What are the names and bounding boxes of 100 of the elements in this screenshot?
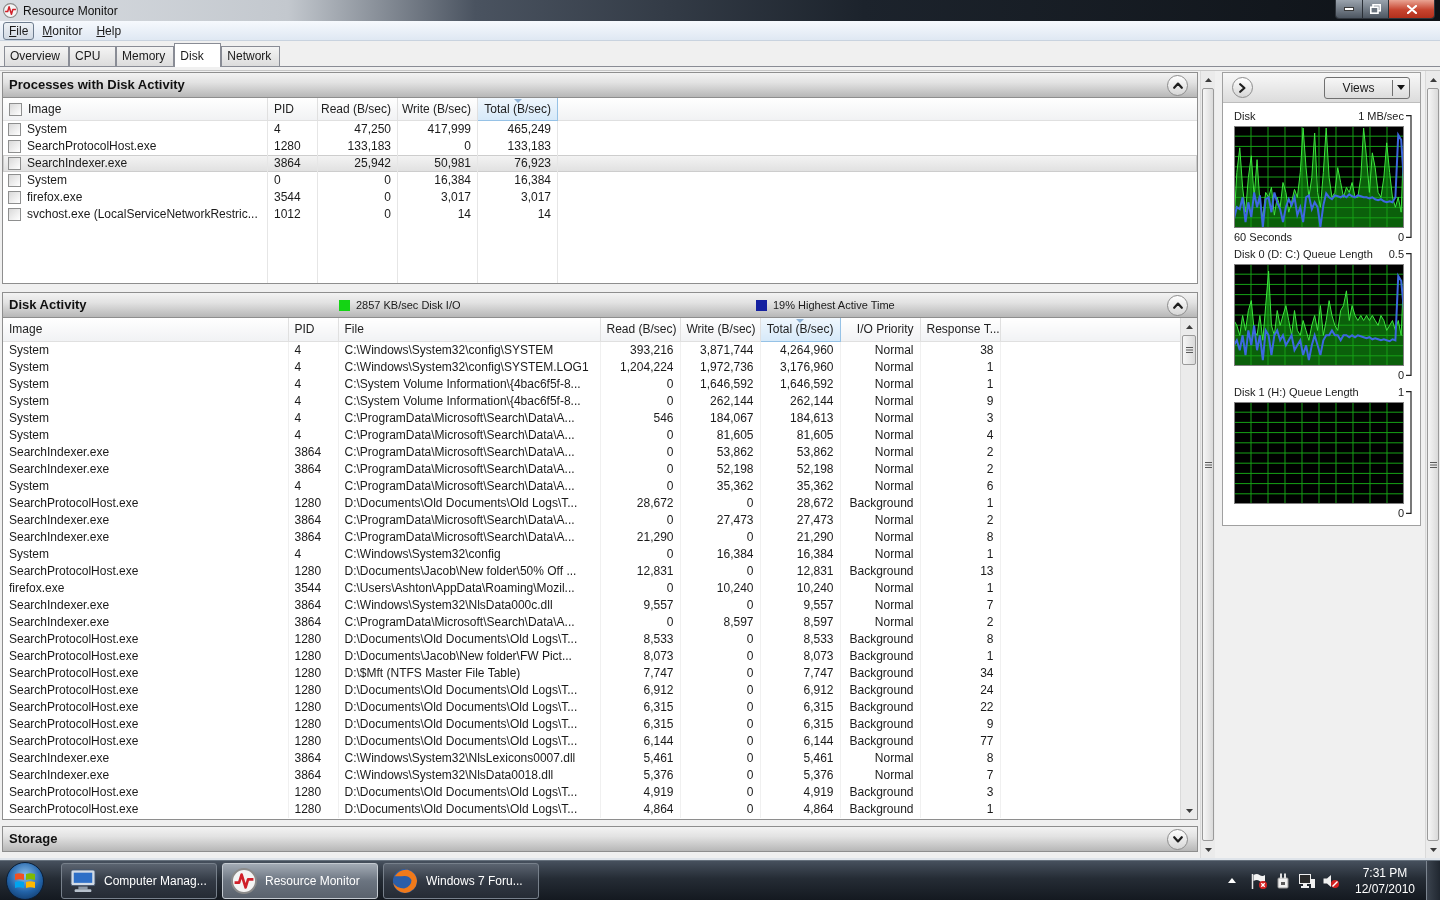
table-cell: 16,384 bbox=[680, 545, 760, 563]
table-row[interactable]: SearchIndexer.exe 3864 25,942 50,981 76,923 bbox=[3, 155, 1197, 172]
close-icon bbox=[1406, 4, 1417, 14]
table-cell: 7,747 bbox=[600, 664, 680, 682]
close-button[interactable] bbox=[1389, 0, 1434, 18]
table-row[interactable]: System 0 0 16,384 16,384 bbox=[3, 172, 1197, 189]
table-cell: 2 bbox=[920, 443, 1000, 461]
checkbox[interactable] bbox=[8, 123, 21, 136]
table-cell: 1280 bbox=[288, 664, 338, 682]
tab[interactable]: Disk bbox=[174, 43, 222, 67]
speaker-muted-icon[interactable] bbox=[1323, 872, 1339, 889]
caret-up-icon[interactable] bbox=[1429, 77, 1437, 82]
caret-down-icon[interactable] bbox=[1204, 847, 1212, 852]
toggle-button[interactable] bbox=[1232, 77, 1253, 98]
caret-up-icon[interactable] bbox=[1185, 324, 1193, 329]
table-cell: System bbox=[3, 477, 288, 495]
column-header[interactable]: Read (B/sec) bbox=[318, 98, 398, 121]
caret-down-icon[interactable] bbox=[1185, 808, 1193, 813]
expand-button[interactable] bbox=[1167, 828, 1188, 850]
scrollbar[interactable] bbox=[1180, 318, 1197, 819]
tab[interactable]: Network bbox=[221, 46, 281, 67]
column-header[interactable]: File bbox=[338, 318, 600, 341]
table-cell: 7 bbox=[920, 596, 1000, 614]
chevron-up-icon bbox=[1172, 81, 1183, 89]
caret-up-icon[interactable] bbox=[1228, 878, 1236, 883]
table-cell: 27,473 bbox=[760, 511, 840, 529]
views-button[interactable]: Views bbox=[1324, 76, 1410, 99]
table-cell: System bbox=[3, 545, 288, 563]
grip-icon bbox=[1204, 461, 1212, 468]
table-cell: 4 bbox=[288, 477, 338, 495]
checkbox[interactable] bbox=[8, 157, 21, 170]
column-header[interactable]: Read (B/sec) bbox=[600, 318, 680, 341]
column-header[interactable]: PID bbox=[288, 318, 338, 341]
checkbox[interactable] bbox=[8, 140, 21, 153]
time-span-label: 60 Seconds bbox=[1234, 229, 1293, 245]
column-header[interactable]: Write (B/sec) bbox=[398, 98, 478, 121]
scrollbar-thumb[interactable] bbox=[1182, 335, 1196, 365]
column-header[interactable]: I/O Priority bbox=[840, 318, 920, 341]
sort-arrow-icon bbox=[513, 99, 522, 103]
caret-up-icon[interactable] bbox=[1204, 77, 1212, 82]
table-row[interactable]: svchost.exe (LocalServiceNetworkRestric... 1012 0 14 14 bbox=[3, 206, 1197, 223]
table-row[interactable]: System 4 47,250 417,999 465,249 bbox=[3, 121, 1197, 138]
table-cell: 9,557 bbox=[600, 596, 680, 614]
tab[interactable]: Memory bbox=[116, 46, 175, 67]
checkbox[interactable] bbox=[8, 191, 21, 204]
monitor-icon[interactable] bbox=[1299, 872, 1315, 889]
taskbar-button[interactable]: Computer Manag... bbox=[61, 862, 217, 899]
table-cell: Normal bbox=[840, 375, 920, 393]
column-header[interactable]: Response T... bbox=[920, 318, 1000, 341]
column-header[interactable]: Image bbox=[3, 98, 268, 121]
column-header[interactable]: Total (B/sec) bbox=[478, 98, 558, 121]
table-cell: 22 bbox=[920, 698, 1000, 716]
process-name: firefox.exe bbox=[27, 189, 83, 206]
menu-item[interactable]: Monitor bbox=[36, 21, 89, 40]
scrollbar-thumb[interactable] bbox=[1427, 88, 1439, 841]
menu-item[interactable]: Help bbox=[90, 21, 128, 40]
tab[interactable]: CPU bbox=[69, 46, 116, 67]
scrollbar[interactable] bbox=[1200, 71, 1215, 858]
scrollbar-thumb[interactable] bbox=[1202, 88, 1214, 841]
caret-down-icon[interactable] bbox=[1429, 847, 1437, 852]
table-cell: C:\System Volume Information\{4bac6f5f-8... bbox=[338, 375, 600, 393]
collapse-button[interactable] bbox=[1167, 74, 1188, 96]
table-cell: C:\Windows\System32\NlsData0018.dll bbox=[338, 766, 600, 784]
table-cell: 4,919 bbox=[760, 783, 840, 801]
table-cell: 2 bbox=[920, 460, 1000, 478]
scale-bracket-icon bbox=[1406, 391, 1412, 514]
table-cell: SearchProtocolHost.exe bbox=[3, 800, 288, 818]
table-cell: SearchIndexer.exe bbox=[3, 443, 288, 461]
grip-icon bbox=[1429, 461, 1437, 468]
menu-item[interactable]: File bbox=[3, 21, 35, 40]
table-cell: 4,264,960 bbox=[760, 341, 840, 359]
collapse-button[interactable] bbox=[1167, 294, 1188, 316]
table-cell: System bbox=[3, 426, 288, 444]
column-header[interactable]: Image bbox=[3, 318, 288, 341]
taskbar-button[interactable]: Windows 7 Foru... bbox=[383, 862, 539, 899]
taskbar-button[interactable]: Resource Monitor bbox=[222, 862, 378, 899]
start-button[interactable] bbox=[6, 861, 44, 900]
flag-icon[interactable] bbox=[1251, 872, 1267, 889]
table-row[interactable]: firefox.exe 3544 0 3,017 3,017 bbox=[3, 189, 1197, 206]
table-cell: 1 bbox=[920, 545, 1000, 563]
table-cell: 77 bbox=[920, 732, 1000, 750]
table-cell: 1280 bbox=[288, 681, 338, 699]
clock[interactable]: 7:31 PM 12/07/2010 bbox=[1352, 864, 1418, 897]
column-header[interactable]: Write (B/sec) bbox=[680, 318, 760, 341]
tab[interactable]: Overview bbox=[4, 46, 69, 67]
column-header[interactable]: PID bbox=[268, 98, 318, 121]
checkbox[interactable] bbox=[8, 174, 21, 187]
scale-max-label: 1 MB/sec bbox=[1358, 108, 1404, 124]
scrollbar[interactable] bbox=[1425, 71, 1440, 858]
table-cell: 81,605 bbox=[680, 426, 760, 444]
minimize-button[interactable] bbox=[1336, 0, 1363, 18]
pulse-icon bbox=[231, 867, 257, 894]
checkbox[interactable] bbox=[9, 102, 22, 116]
column-header[interactable]: Total (B/sec) bbox=[760, 318, 840, 341]
plug-icon[interactable] bbox=[1275, 872, 1291, 889]
show-desktop-button[interactable] bbox=[1426, 861, 1440, 900]
restore-button[interactable] bbox=[1363, 0, 1389, 18]
table-cell: 0 bbox=[680, 494, 760, 512]
table-cell: 3,017 bbox=[478, 189, 558, 206]
checkbox[interactable] bbox=[8, 208, 21, 221]
